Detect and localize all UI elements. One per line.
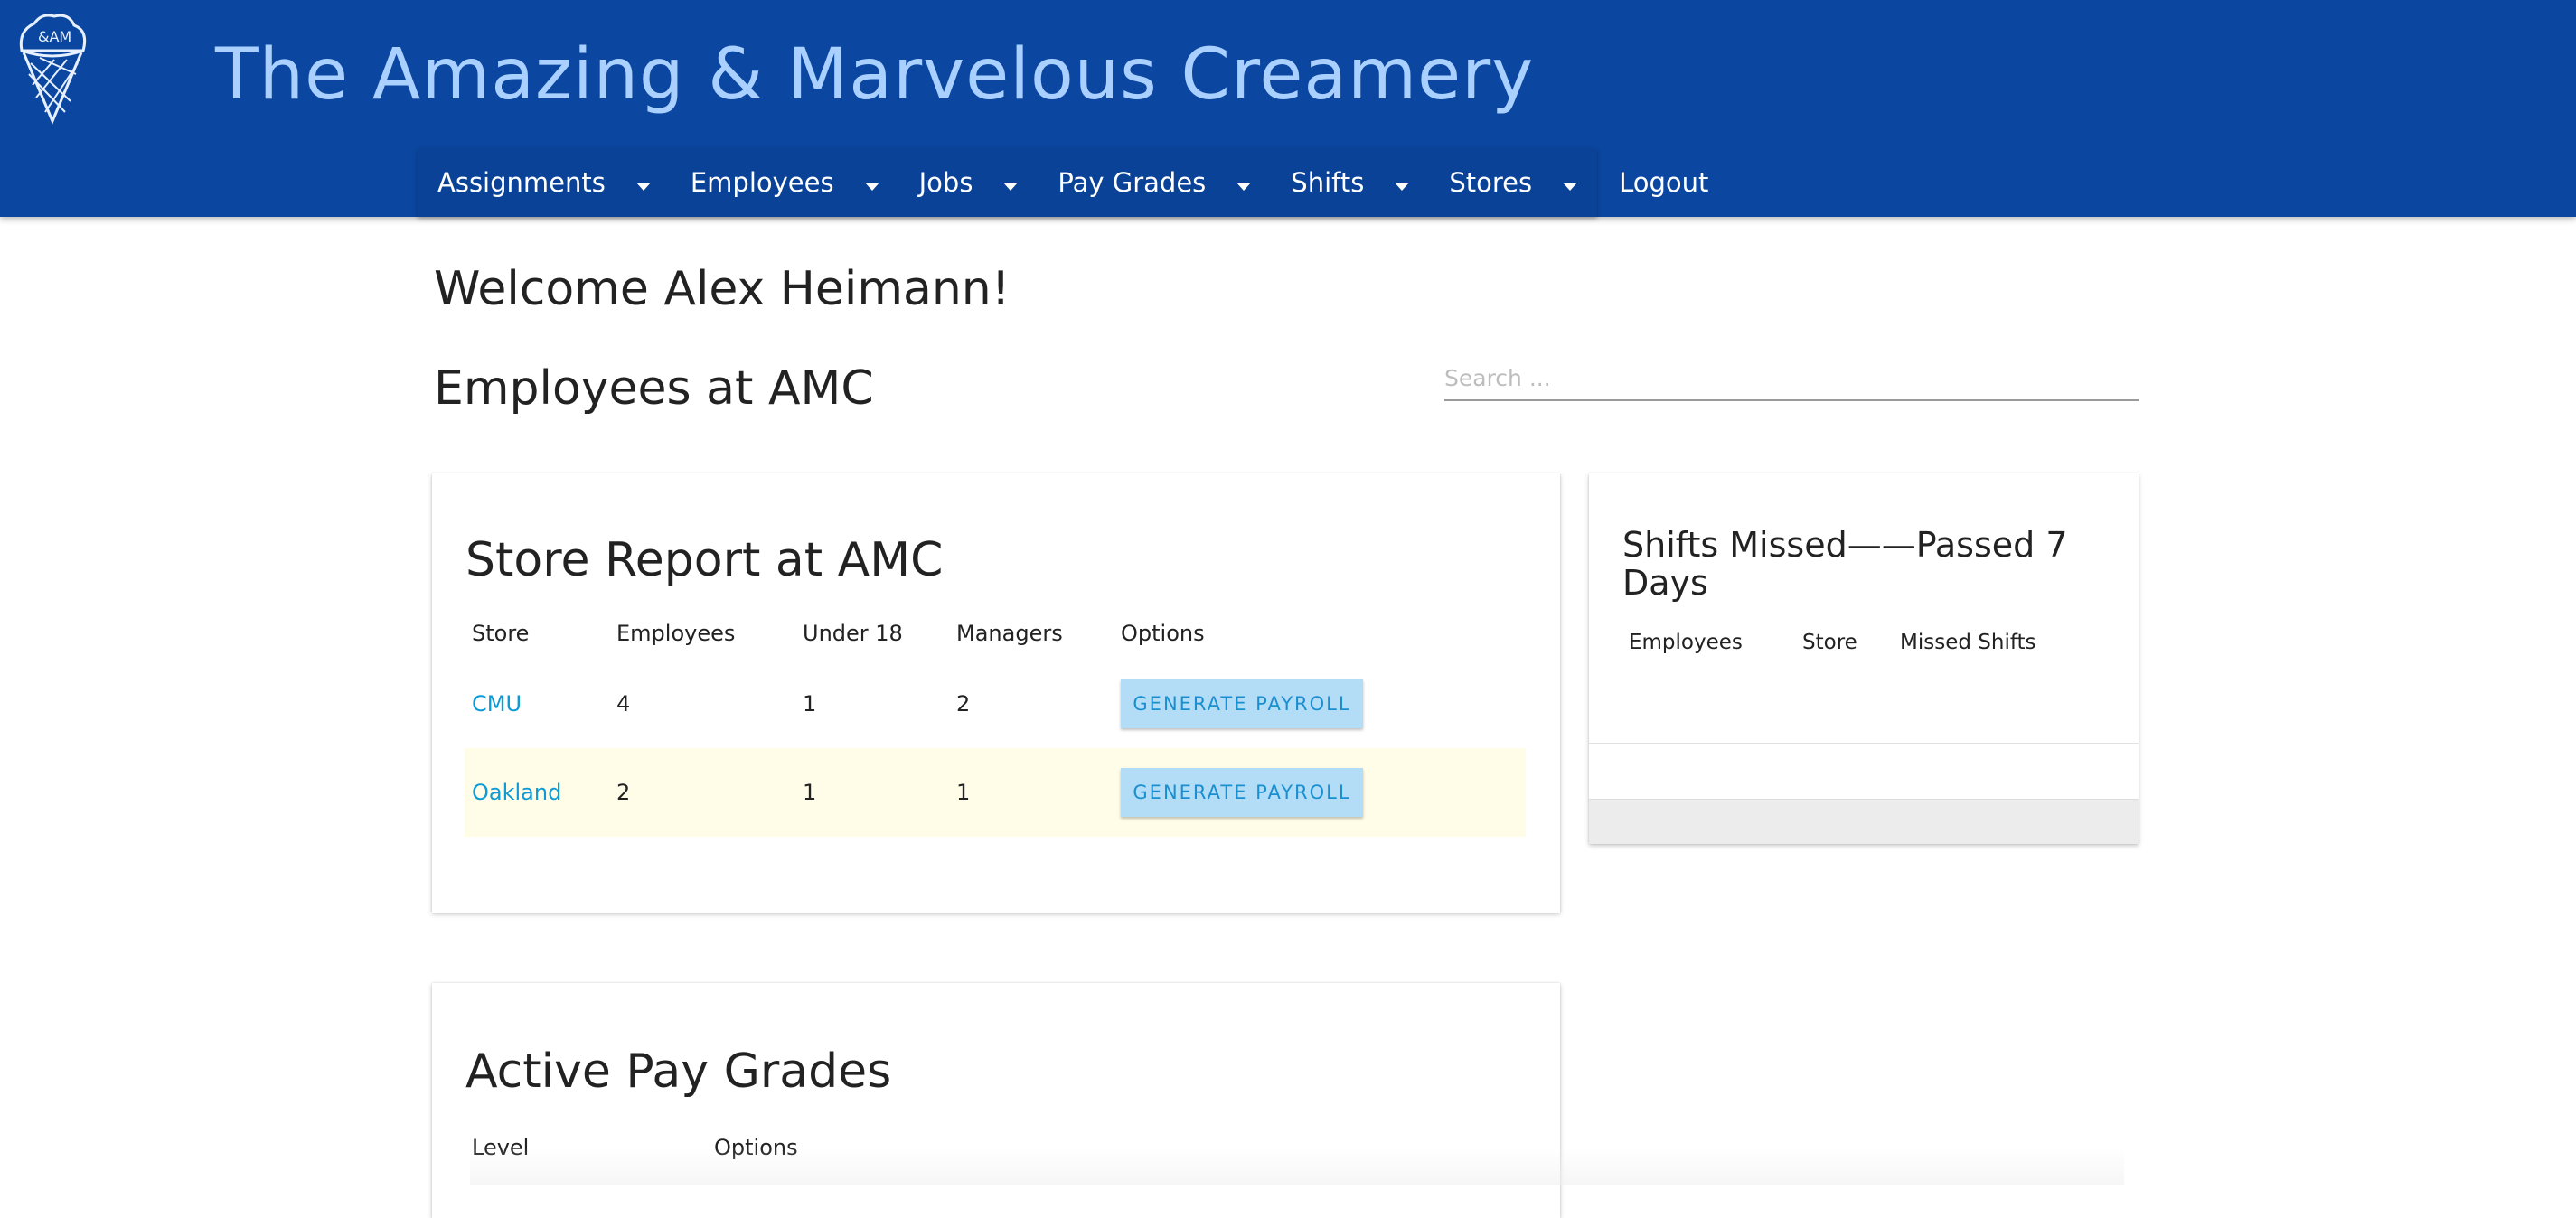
divider (1589, 743, 2139, 744)
site-title: The Amazing & Marvelous Creamery (215, 34, 1535, 116)
managers-count: 1 (949, 748, 1114, 837)
table-header-row: Store Employees Under 18 Managers Option… (465, 607, 1526, 660)
pay-grades-card: Active Pay Grades Level Options (432, 983, 1560, 1218)
main-nav: Assignments Employees Jobs Pay Grades Sh… (418, 148, 1728, 217)
nav-dropdown-group: Assignments Employees Jobs Pay Grades Sh… (418, 148, 1598, 217)
logout-link[interactable]: Logout (1597, 148, 1728, 217)
page-title: Employees at AMC (434, 361, 874, 416)
nav-pay-grades-label: Pay Grades (1058, 167, 1207, 198)
employees-count: 2 (609, 748, 795, 837)
pay-grades-title: Active Pay Grades (465, 1045, 892, 1099)
column-header: Employees (1629, 631, 1743, 654)
caret-down-icon (864, 182, 879, 191)
store-report-title: Store Report at AMC (465, 533, 944, 587)
caret-down-icon (635, 182, 651, 191)
nav-shifts-label: Shifts (1291, 167, 1365, 198)
column-header: Level (472, 1135, 530, 1160)
column-header: Store (472, 621, 530, 646)
caret-down-icon (1563, 182, 1578, 191)
generate-payroll-button[interactable]: GENERATE PAYROLL (1121, 768, 1363, 817)
column-header: Store (1802, 631, 1857, 654)
under18-count: 1 (795, 748, 949, 837)
svg-text:&AM: &AM (38, 28, 71, 45)
store-report-table: Store Employees Under 18 Managers Option… (465, 607, 1526, 837)
store-link-oakland[interactable]: Oakland (472, 780, 561, 805)
column-header: Options (1121, 621, 1205, 646)
column-header: Under 18 (803, 621, 903, 646)
shifts-missed-header: Employees Store Missed Shifts (1629, 631, 2036, 654)
under18-count: 1 (803, 691, 817, 717)
managers-count: 2 (956, 691, 971, 717)
store-report-card: Store Report at AMC Store Employees Unde… (432, 473, 1560, 913)
column-header: Employees (616, 621, 736, 646)
caret-down-icon (1003, 182, 1019, 191)
nav-shifts[interactable]: Shifts (1271, 148, 1429, 217)
generate-payroll-button[interactable]: GENERATE PAYROLL (1121, 679, 1363, 728)
column-header: Options (714, 1135, 798, 1160)
pay-grades-header: Level Options (472, 1135, 798, 1160)
table-row: Oakland 2 1 1 GENERATE PAYROLL (465, 748, 1526, 837)
table-row: CMU 4 1 2 GENERATE PAYROLL (465, 660, 1526, 748)
site-header: &AM The Amazing & Marvelous Creamery Ass… (0, 0, 2576, 217)
column-header: Missed Shifts (1900, 631, 2036, 654)
caret-down-icon (1236, 182, 1252, 191)
welcome-heading: Welcome Alex Heimann! (434, 262, 1011, 316)
card-footer (1589, 799, 2139, 844)
store-link-cmu[interactable]: CMU (472, 691, 522, 717)
nav-stores-label: Stores (1449, 167, 1533, 198)
nav-jobs-label: Jobs (918, 167, 973, 198)
ice-cream-cone-icon[interactable]: &AM (14, 11, 90, 125)
nav-jobs[interactable]: Jobs (899, 148, 1039, 217)
employees-count: 4 (616, 691, 631, 717)
shifts-missed-card: Shifts Missed——Passed 7 Days Employees S… (1589, 473, 2139, 844)
search-input[interactable] (1444, 343, 2139, 399)
nav-assignments[interactable]: Assignments (418, 148, 671, 217)
nav-employees[interactable]: Employees (671, 148, 899, 217)
nav-employees-label: Employees (690, 167, 834, 198)
caret-down-icon (1395, 182, 1410, 191)
nav-pay-grades[interactable]: Pay Grades (1038, 148, 1271, 217)
nav-stores[interactable]: Stores (1429, 148, 1597, 217)
search-field (1444, 343, 2139, 401)
column-header: Managers (956, 621, 1063, 646)
nav-assignments-label: Assignments (437, 167, 606, 198)
shifts-missed-title: Shifts Missed——Passed 7 Days (1622, 525, 2068, 603)
